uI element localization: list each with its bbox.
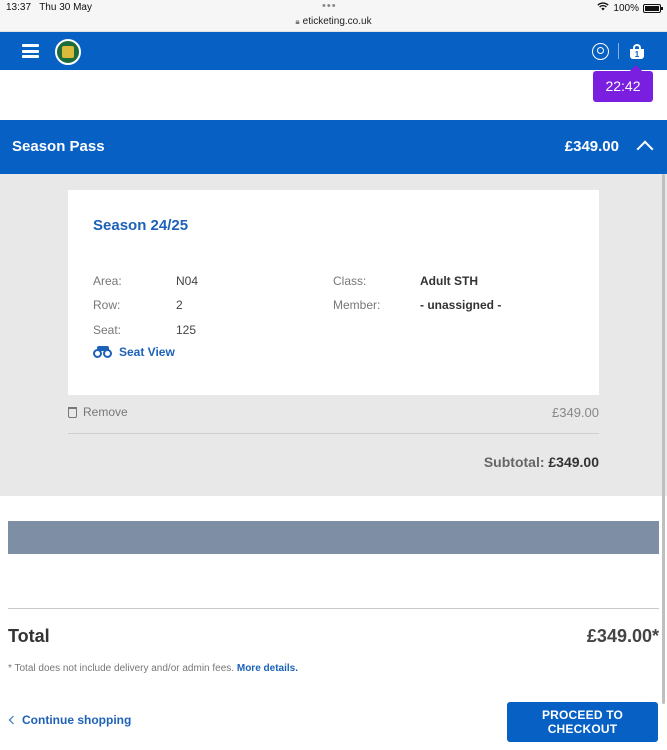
header-divider xyxy=(618,43,619,59)
lock-icon: 🔒︎ xyxy=(295,17,300,26)
battery-percent: 100% xyxy=(613,2,639,14)
subtotal-value: £349.00 xyxy=(548,454,599,470)
remove-button[interactable]: Remove xyxy=(68,405,128,419)
basket-count: 1 xyxy=(634,50,640,59)
total-value: £349.00* xyxy=(586,626,659,646)
proceed-to-checkout-button[interactable]: PROCEED TO CHECKOUT xyxy=(507,702,658,742)
seat-view-label: Seat View xyxy=(119,345,175,359)
user-icon[interactable] xyxy=(592,43,609,60)
multitasking-dots[interactable]: ••• xyxy=(322,0,337,12)
season-pass-price: £349.00 xyxy=(564,138,619,155)
area-value: N04 xyxy=(176,274,199,288)
basket-icon[interactable]: 1 xyxy=(629,44,645,60)
fees-note-text: * Total does not include delivery and/or… xyxy=(8,663,235,674)
battery-icon xyxy=(643,3,663,13)
area-label: Area: xyxy=(93,274,122,288)
binoculars-icon xyxy=(93,346,113,358)
seat-label: Seat: xyxy=(93,323,122,337)
status-date-value: Thu 30 May xyxy=(39,2,92,13)
status-time: 13:37 Thu 30 May xyxy=(6,2,92,13)
remove-label: Remove xyxy=(83,405,128,419)
hamburger-icon[interactable] xyxy=(22,44,39,58)
fees-note: * Total does not include delivery and/or… xyxy=(8,663,298,674)
divider xyxy=(68,433,599,434)
line-price: £349.00 xyxy=(552,405,599,420)
continue-shopping-link[interactable]: Continue shopping xyxy=(8,713,132,727)
basket-item-area: Season 24/25 Area: N04 Row: 2 Seat: 125 … xyxy=(0,174,667,496)
site-header: 1 xyxy=(0,32,667,70)
chevron-left-icon xyxy=(8,715,18,725)
slate-banner xyxy=(8,521,659,554)
status-right: 100% xyxy=(597,2,663,14)
row-label: Row: xyxy=(93,298,121,312)
class-label: Class: xyxy=(333,274,367,288)
ticket-title: Season 24/25 xyxy=(93,217,189,234)
basket-timer: 22:42 xyxy=(593,65,653,102)
row-value: 2 xyxy=(176,298,183,312)
total-label: Total xyxy=(8,626,50,646)
continue-shopping-label: Continue shopping xyxy=(22,713,132,727)
total-divider xyxy=(8,608,659,609)
seat-view-link[interactable]: Seat View xyxy=(93,345,175,359)
status-time-value: 13:37 xyxy=(6,2,32,13)
wifi-icon xyxy=(597,2,610,14)
member-label: Member: xyxy=(333,298,381,312)
member-value[interactable]: - unassigned - xyxy=(420,298,501,312)
seat-value: 125 xyxy=(176,323,197,337)
ticket-card: Season 24/25 Area: N04 Row: 2 Seat: 125 … xyxy=(68,190,599,395)
trash-icon xyxy=(68,406,77,418)
status-bar: 13:37 Thu 30 May ••• 🔒︎ eticketing.co.uk … xyxy=(0,0,667,32)
more-details-link[interactable]: More details. xyxy=(237,663,298,674)
subtotal: Subtotal: £349.00 xyxy=(484,454,599,470)
address-bar[interactable]: 🔒︎ eticketing.co.uk xyxy=(0,16,667,27)
club-crest-logo[interactable] xyxy=(55,39,81,65)
scrollbar[interactable] xyxy=(662,174,665,704)
chevron-up-icon[interactable] xyxy=(636,140,654,158)
subtotal-label: Subtotal: xyxy=(483,454,545,470)
season-pass-title: Season Pass xyxy=(12,138,105,155)
class-value: Adult STH xyxy=(420,274,478,288)
season-pass-header[interactable]: Season Pass £349.00 xyxy=(0,120,667,174)
url-text: eticketing.co.uk xyxy=(302,16,372,27)
